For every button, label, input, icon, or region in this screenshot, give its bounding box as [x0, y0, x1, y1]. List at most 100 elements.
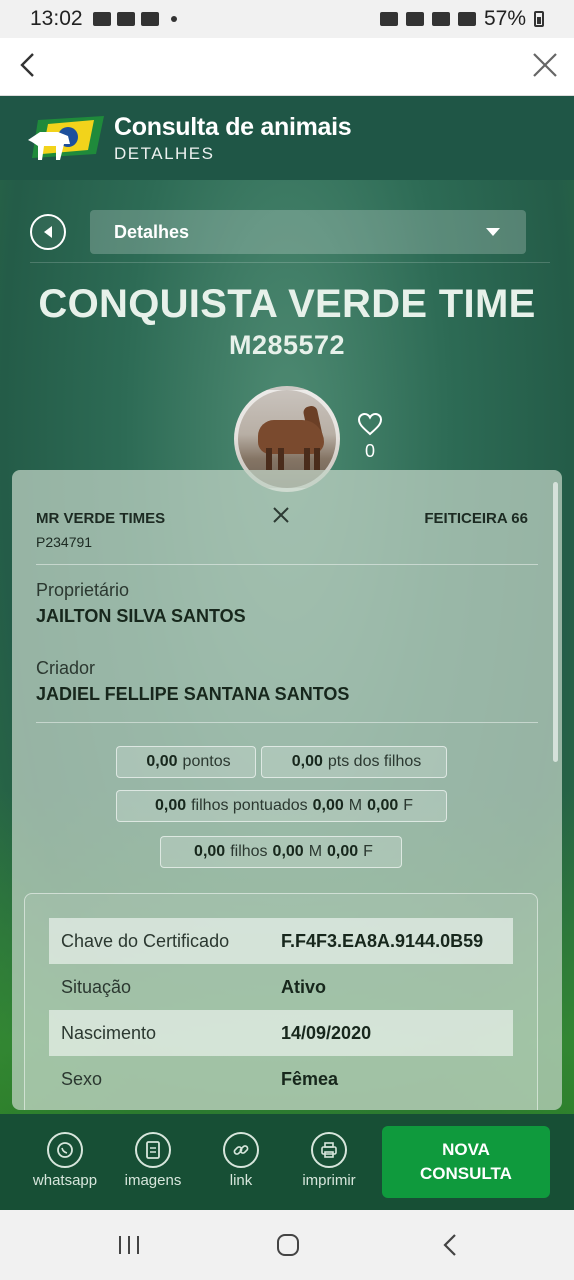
- offspring-points-value: 0,00: [291, 753, 323, 770]
- bed-icon: [379, 12, 398, 26]
- table-row: Nascimento 14/09/2020: [49, 1010, 513, 1056]
- details-table: Chave do Certificado F.F4F3.EA8A.9144.0B…: [24, 893, 538, 1110]
- status-bar: 13:02 57%: [0, 0, 574, 38]
- offspring-f-value: 0,00: [327, 843, 359, 860]
- horse-leg: [266, 448, 272, 470]
- offspring-value: 0,00: [194, 843, 226, 860]
- status-time: 13:02: [30, 7, 83, 30]
- caret-down-icon: [486, 228, 500, 236]
- table-row: Situação Ativo: [49, 964, 513, 1010]
- app-title-block: Consulta de animais DETALHES: [114, 112, 352, 164]
- divider: [30, 262, 550, 263]
- printer-icon: [311, 1132, 347, 1168]
- chevron-left-icon[interactable]: [14, 50, 44, 80]
- horse-flag-logo: [28, 116, 104, 160]
- section-dropdown[interactable]: Detalhes: [90, 210, 526, 254]
- heart-icon[interactable]: [357, 412, 383, 436]
- link-icon: [223, 1132, 259, 1168]
- row-key: Situação: [61, 976, 132, 997]
- details-card: MR VERDE TIMES P234791 FEITICEIRA 66 Pro…: [12, 470, 562, 1110]
- row-value: 14/09/2020: [281, 1022, 372, 1043]
- app-header: Consulta de animais DETALHES: [0, 96, 574, 180]
- horse-leg: [314, 448, 320, 470]
- cross-icon: [273, 507, 289, 523]
- breeder-value: JADIEL FELLIPE SANTANA SANTOS: [36, 684, 350, 704]
- breeder-label: Criador: [36, 658, 96, 678]
- battery-percent: 57%: [483, 7, 526, 30]
- wifi-icon: [431, 12, 450, 26]
- scored-m-value: 0,00: [312, 797, 344, 814]
- sire-name[interactable]: MR VERDE TIMES: [36, 510, 165, 527]
- owner-label: Proprietário: [36, 580, 130, 600]
- browser-bar: [0, 38, 574, 96]
- whatsapp-label: whatsapp: [32, 1172, 98, 1189]
- horse-leg: [304, 448, 310, 470]
- offspring-m-value: 0,00: [272, 843, 304, 860]
- scored-offspring-label: filhos pontuados: [191, 797, 308, 814]
- points-label: pontos: [182, 753, 231, 770]
- notification-icons: [92, 12, 177, 26]
- row-key: Chave do Certificado: [61, 930, 230, 951]
- row-value: Fêmea: [281, 1068, 339, 1089]
- system-nav-bar: [0, 1210, 574, 1280]
- scored-offspring-chip: 0,00 filhos pontuados 0,00 M 0,00 F: [116, 790, 447, 822]
- sire-registration: P234791: [36, 534, 93, 550]
- scored-f-value: 0,00: [367, 797, 399, 814]
- offspring-points-chip: 0,00 pts dos filhos: [261, 746, 447, 778]
- whatsapp-icon: [47, 1132, 83, 1168]
- triangle-left-icon: [44, 226, 52, 238]
- offspring-m-label: M: [308, 843, 323, 860]
- gallery-icon: [92, 12, 111, 26]
- owner-value: JAILTON SILVA SANTOS: [36, 606, 246, 626]
- scored-f-label: F: [403, 797, 414, 814]
- print-button[interactable]: imprimir: [289, 1132, 369, 1189]
- offspring-f-label: F: [363, 843, 373, 860]
- scored-offspring-value: 0,00: [154, 797, 187, 814]
- back-button[interactable]: [30, 214, 66, 250]
- app-content: Consulta de animais DETALHES Detalhes CO…: [0, 96, 574, 1210]
- action-bar: whatsapp imagens link imprimir NOVA CONS…: [0, 1114, 574, 1210]
- offspring-points-label: pts dos filhos: [327, 753, 422, 770]
- horse-leg: [278, 448, 284, 470]
- details-nav: Detalhes: [30, 210, 550, 263]
- scored-m-label: M: [348, 797, 363, 814]
- points-value: 0,00: [146, 753, 178, 770]
- system-icons: 57%: [379, 7, 544, 31]
- new-query-label-2: CONSULTA: [420, 1164, 512, 1183]
- home-icon[interactable]: [273, 1230, 303, 1260]
- dam-name[interactable]: FEITICEIRA 66: [424, 510, 528, 527]
- youtube-icon: [116, 12, 135, 26]
- scrollbar[interactable]: [553, 482, 558, 762]
- new-query-label-1: NOVA: [442, 1140, 490, 1159]
- row-key: Sexo: [61, 1068, 103, 1089]
- offspring-label: filhos: [230, 843, 268, 860]
- more-notifications-icon: [170, 16, 177, 22]
- recent-apps-icon[interactable]: [114, 1230, 144, 1260]
- points-chip: 0,00 pontos: [116, 746, 256, 778]
- signal-icon: [457, 12, 476, 26]
- print-label: imprimir: [302, 1172, 356, 1189]
- parents-row: MR VERDE TIMES P234791 FEITICEIRA 66: [36, 507, 528, 562]
- animal-registration: M285572: [228, 330, 346, 360]
- row-key: Nascimento: [61, 1022, 157, 1043]
- row-value: Ativo: [281, 976, 326, 997]
- dropdown-value: Detalhes: [114, 221, 190, 242]
- new-query-button[interactable]: NOVA CONSULTA: [382, 1126, 550, 1198]
- images-label: imagens: [124, 1172, 182, 1189]
- table-row: Sexo Fêmea: [49, 1056, 513, 1102]
- table-row: Chave do Certificado F.F4F3.EA8A.9144.0B…: [49, 918, 513, 964]
- alarm-icon: [405, 12, 424, 26]
- images-button[interactable]: imagens: [113, 1132, 193, 1189]
- close-icon[interactable]: [530, 50, 560, 80]
- app-title: Consulta de animais: [114, 112, 352, 141]
- animal-name: CONQUISTA VERDE TIME: [38, 282, 536, 326]
- app-notification-icon: [140, 12, 159, 26]
- like-count: 0: [364, 441, 375, 461]
- document-icon: [135, 1132, 171, 1168]
- link-button[interactable]: link: [201, 1132, 281, 1189]
- divider: [36, 722, 538, 723]
- whatsapp-button[interactable]: whatsapp: [25, 1132, 105, 1189]
- system-back-icon[interactable]: [436, 1230, 466, 1260]
- like-widget[interactable]: 0: [356, 412, 384, 462]
- link-label: link: [229, 1172, 253, 1189]
